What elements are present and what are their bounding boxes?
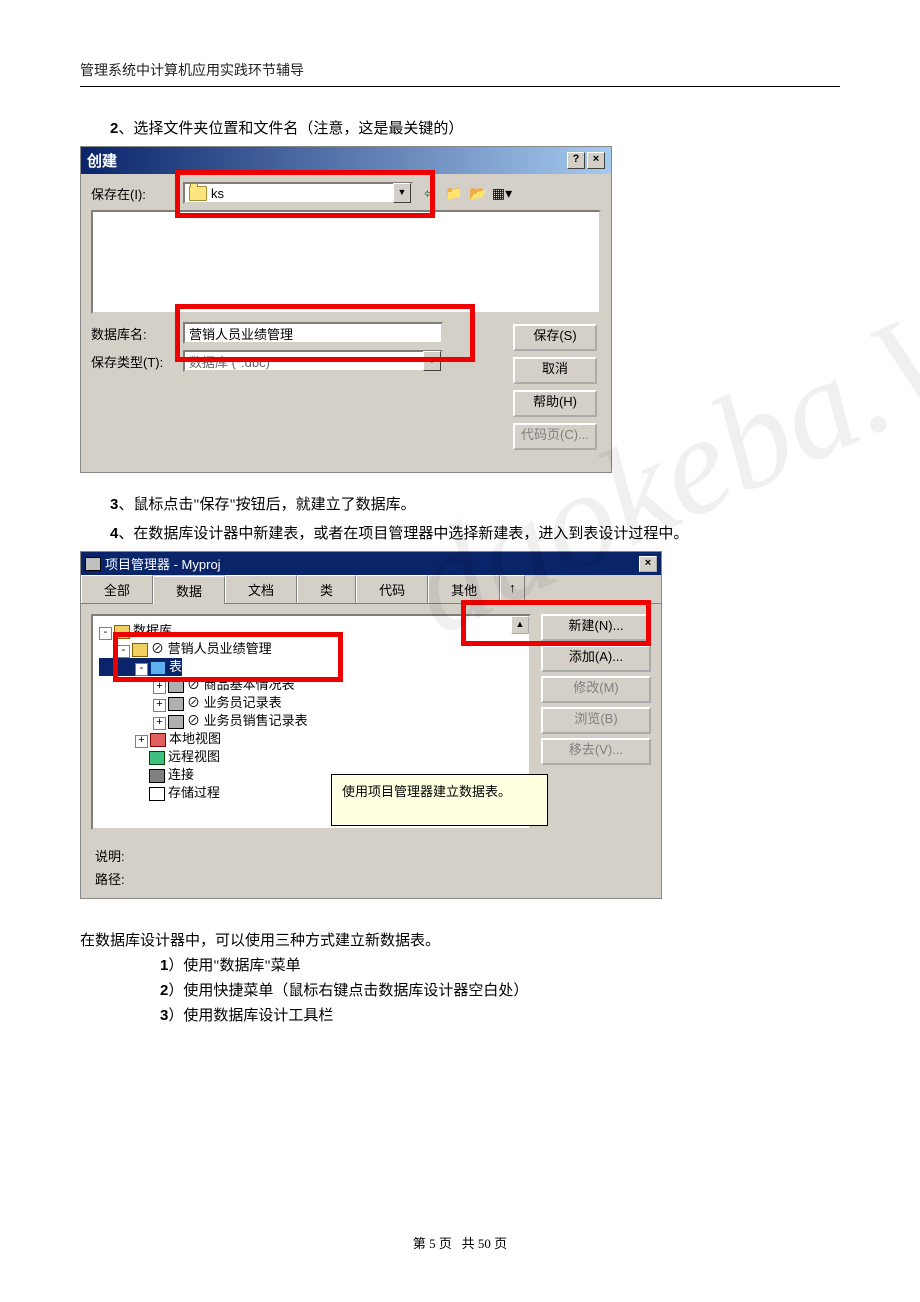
desc-label: 说明: [95,846,647,865]
body-text: 在数据库设计器中，可以使用三种方式建立新数据表。 [80,929,840,950]
save-type-label: 保存类型(T): [91,352,183,371]
save-in-label: 保存在(I): [91,184,183,203]
help-icon[interactable]: ? [567,152,585,169]
chevron-down-icon[interactable]: ▼ [423,351,441,371]
header-rule [80,86,840,87]
pm-titlebar: 项目管理器 - Myproj × [81,552,661,575]
help-button[interactable]: 帮助(H) [513,390,597,417]
method-2: 2）使用快捷菜单（鼠标右键点击数据库设计器空白处） [160,979,840,1000]
back-icon[interactable]: ⇦ [421,184,439,202]
modify-button: 修改(M) [541,676,651,703]
dialog-titlebar: 创建 ? × [81,147,611,174]
save-type-combo[interactable]: 数据库 (*.dbc) ▼ [183,350,443,372]
db-name-input[interactable]: 营销人员业绩管理 [183,322,443,344]
method-1: 1）使用"数据库"菜单 [160,954,840,975]
step-4: 4、在数据库设计器中新建表，或者在项目管理器中选择新建表，进入到表设计过程中。 [110,522,840,543]
tooltip: 使用项目管理器建立数据表。 [331,774,548,826]
project-manager: 项目管理器 - Myproj × 全部 数据 文档 类 代码 其他 ↑ ▲ -数… [80,551,662,899]
pm-tabs: 全部 数据 文档 类 代码 其他 ↑ [81,575,661,604]
close-icon[interactable]: × [587,152,605,169]
new-folder-icon[interactable]: 📂 [469,184,487,202]
tab-data[interactable]: 数据 [153,576,225,604]
page-footer: 第 5 页 共 50 页 [0,1233,920,1252]
path-label: 路径: [95,869,647,888]
remove-button: 移去(V)... [541,738,651,765]
tab-collapse[interactable]: ↑ [500,575,525,603]
file-list[interactable] [91,210,601,314]
method-3: 3）使用数据库设计工具栏 [160,1004,840,1025]
tab-code[interactable]: 代码 [356,575,428,603]
nav-toolbar: ⇦ 📁 📂 ▦▾ [421,184,511,202]
new-button[interactable]: 新建(N)... [541,614,651,641]
save-button[interactable]: 保存(S) [513,324,597,351]
tab-class[interactable]: 类 [297,575,356,603]
cancel-button[interactable]: 取消 [513,357,597,384]
page-header: 管理系统中计算机应用实践环节辅导 [80,60,840,80]
tab-docs[interactable]: 文档 [225,575,297,603]
folder-icon [189,186,207,201]
step-3: 3、鼠标点击"保存"按钮后，就建立了数据库。 [110,493,840,514]
db-name-label: 数据库名: [91,324,183,343]
dialog-title: 创建 [87,150,565,171]
pm-title-text: 项目管理器 - Myproj [105,554,221,573]
save-in-combo[interactable]: ks ▼ [183,182,413,204]
tab-all[interactable]: 全部 [81,575,153,603]
view-menu-icon[interactable]: ▦▾ [493,184,511,202]
step-2: 2、选择文件夹位置和文件名（注意，这是最关键的） [110,117,840,138]
window-icon [85,557,101,571]
browse-button: 浏览(B) [541,707,651,734]
add-button[interactable]: 添加(A)... [541,645,651,672]
scroll-up-icon[interactable]: ▲ [511,616,529,634]
create-dialog: 创建 ? × 保存在(I): ks ▼ ⇦ 📁 📂 ▦▾ 数据库名: 营销人员业… [80,146,612,473]
codepage-button: 代码页(C)... [513,423,597,450]
save-in-value: ks [211,186,224,201]
chevron-down-icon[interactable]: ▼ [393,183,411,203]
up-folder-icon[interactable]: 📁 [445,184,463,202]
tab-other[interactable]: 其他 [428,575,500,603]
close-icon[interactable]: × [639,556,657,572]
